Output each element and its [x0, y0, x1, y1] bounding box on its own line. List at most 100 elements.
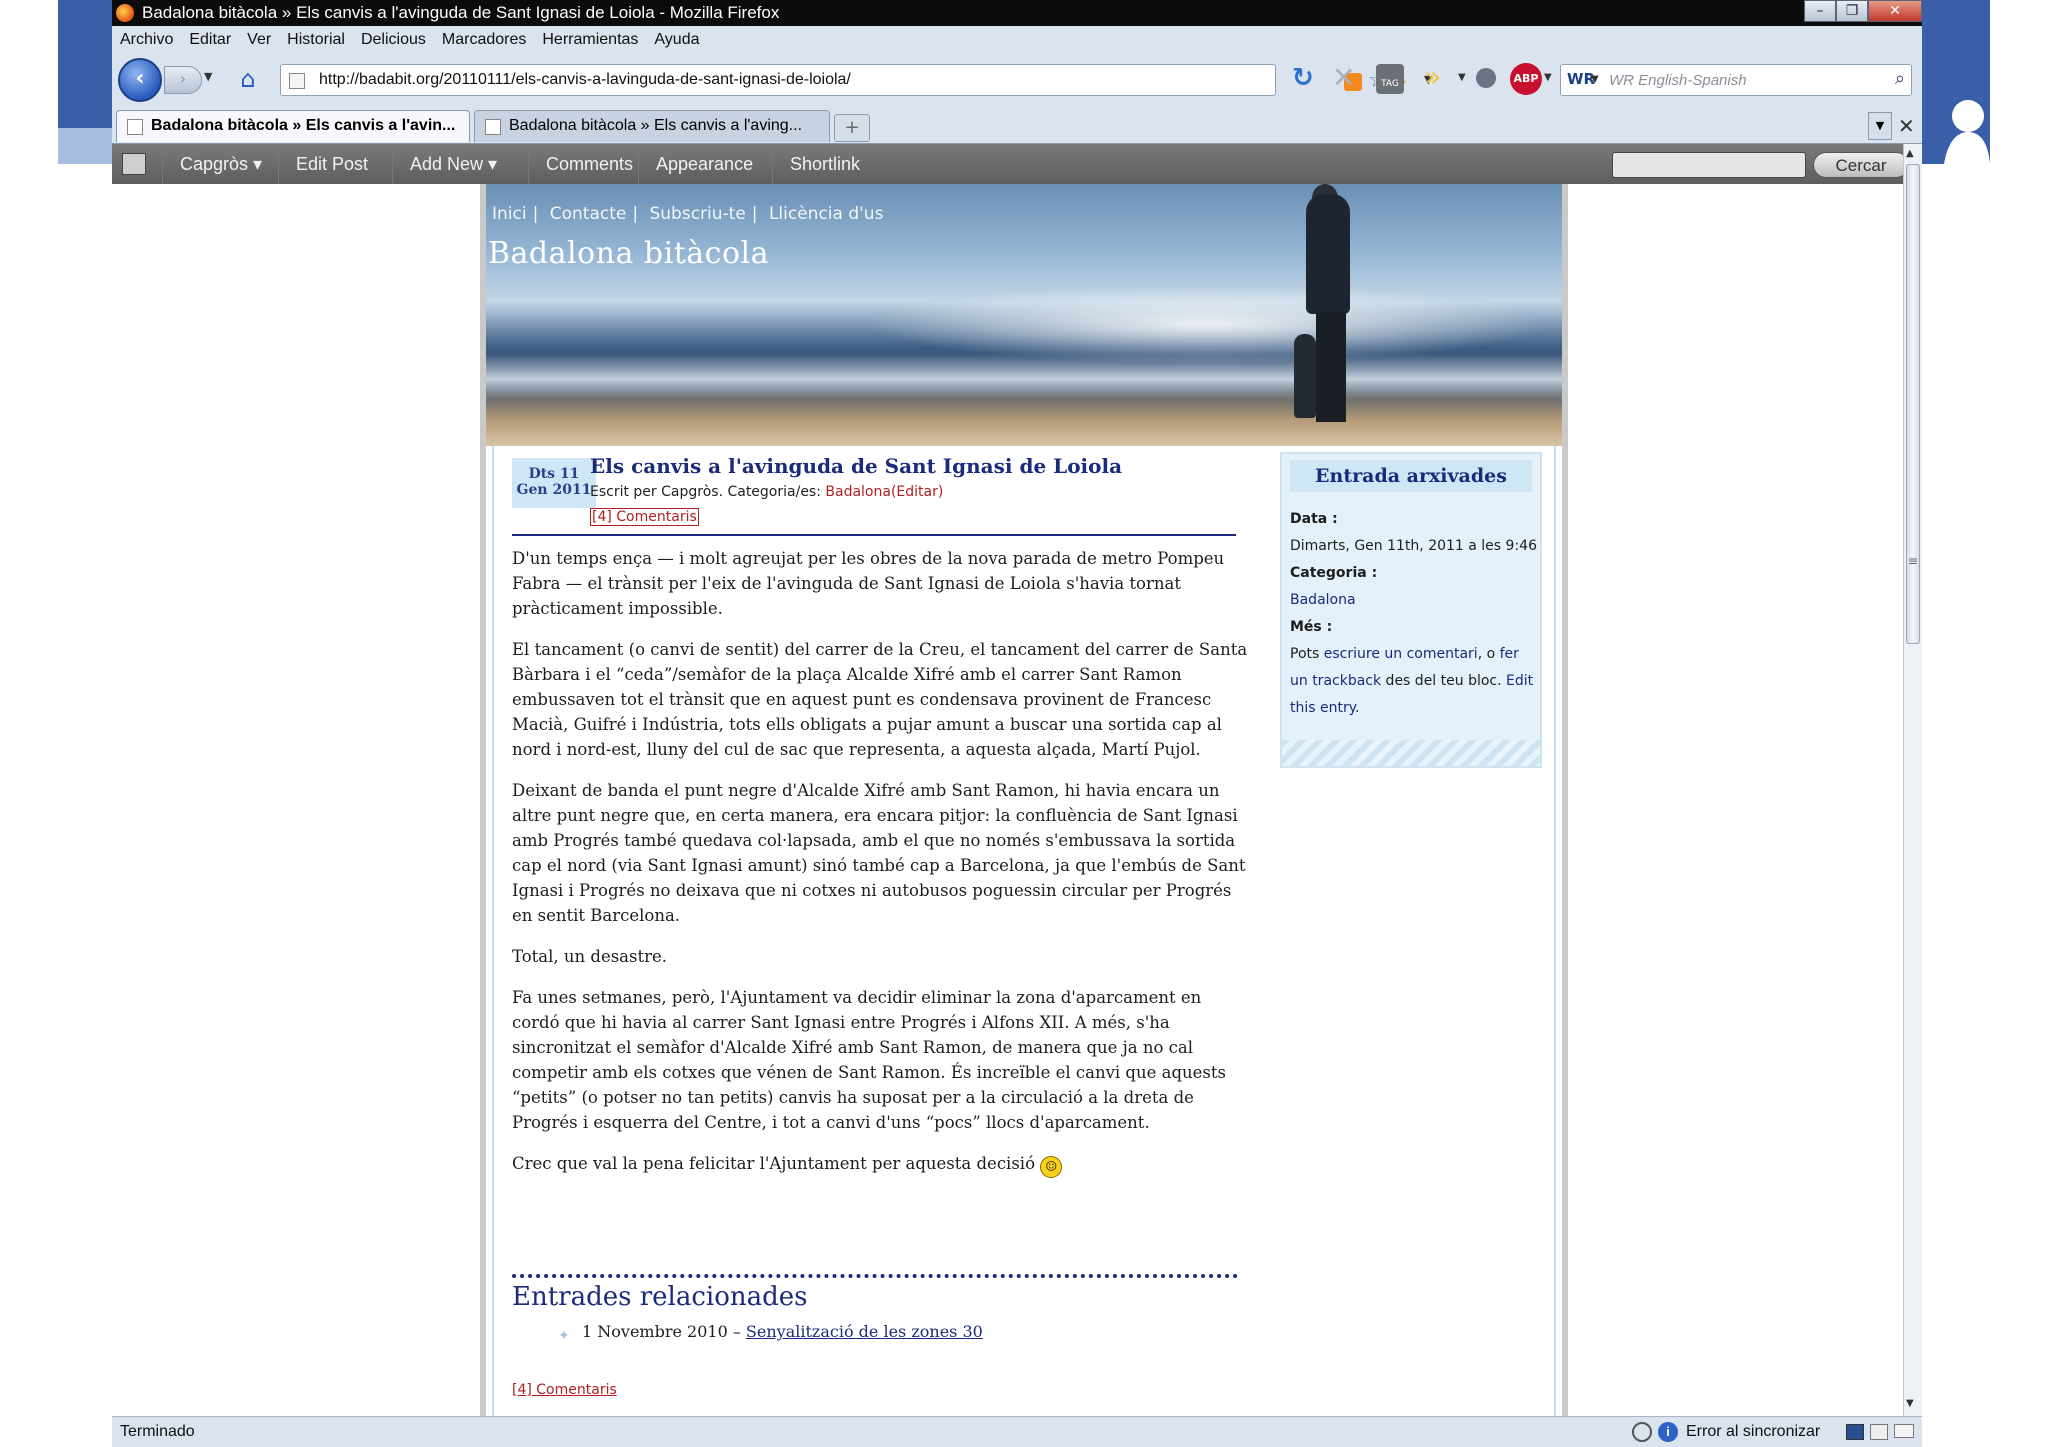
admin-comments[interactable]: Comments — [528, 144, 650, 184]
history-dropdown-icon[interactable]: ▼ — [204, 70, 212, 83]
tab-bar: Badalona bitàcola » Els canvis a l'avin.… — [112, 106, 1922, 144]
url-bar[interactable]: http://badabit.org/20110111/els-canvis-a… — [280, 64, 1432, 96]
sidebar-data-value: Dimarts, Gen 11th, 2011 a les 9:46 — [1290, 538, 1537, 554]
related-heading: Entrades relacionades — [512, 1282, 808, 1312]
menu-editar[interactable]: Editar — [189, 31, 231, 49]
adblock-plus-icon[interactable]: ABP — [1510, 63, 1542, 95]
vertical-scrollbar[interactable]: ▲ ≡ ▼ — [1903, 144, 1922, 1416]
post-category-link[interactable]: Badalona(Editar) — [825, 484, 943, 500]
header-image-child — [1294, 334, 1316, 418]
post-paragraph: Fa unes setmanes, però, l'Ajuntament va … — [512, 988, 1226, 1132]
menu-ayuda[interactable]: Ayuda — [654, 31, 699, 49]
menu-ver[interactable]: Ver — [247, 31, 271, 49]
page-icon — [289, 73, 305, 89]
sidebar-text: des del teu bloc. — [1381, 673, 1507, 689]
site-title[interactable]: Badalona bitàcola — [488, 236, 769, 271]
info-icon[interactable]: i — [1658, 1422, 1678, 1442]
post-divider — [512, 534, 1236, 536]
status-addon-icon[interactable] — [1846, 1424, 1864, 1440]
menu-marcadores[interactable]: Marcadores — [442, 31, 526, 49]
admin-user-menu[interactable]: Capgròs ▾ — [162, 144, 279, 184]
home-button[interactable]: ⌂ — [234, 66, 262, 92]
delicious-button[interactable]: » — [1424, 62, 1441, 92]
nav-inici[interactable]: Inici — [492, 204, 527, 224]
wp-admin-bar: Capgròs ▾ Edit Post Add New ▾ Comments A… — [112, 144, 1903, 184]
post-closing: Crec que val la pena felicitar l'Ajuntam… — [512, 1151, 1252, 1178]
comments-link[interactable]: [4] Comentaris — [590, 508, 699, 526]
sidebar-more-label: Més : — [1290, 619, 1333, 635]
post-paragraph: Deixant de banda el punt negre d'Alcalde… — [512, 781, 1246, 925]
reload-button[interactable]: ↻ — [1292, 64, 1314, 92]
related-divider — [512, 1274, 1238, 1278]
status-grid-icon[interactable] — [1870, 1424, 1888, 1440]
tab-1[interactable]: Badalona bitàcola » Els canvis a l'avin.… — [116, 110, 470, 142]
nav-subscriu-te[interactable]: Subscriu-te — [649, 204, 745, 224]
mail-icon[interactable] — [1894, 1424, 1914, 1438]
sidebar-data-label: Data : — [1290, 511, 1338, 527]
admin-search-button[interactable]: Cercar — [1813, 152, 1903, 178]
search-box[interactable]: WR ▼ WR English-Spanish ⌕ — [1560, 64, 1912, 96]
sidebar-category-link[interactable]: Badalona — [1290, 587, 1540, 614]
content-area: Dts 11 Gen 2011 Els canvis a l'avinguda … — [492, 446, 1556, 1416]
sidebar-text: , o — [1477, 646, 1500, 662]
scroll-down-arrow-icon[interactable]: ▼ — [1906, 1398, 1914, 1409]
menu-archivo[interactable]: Archivo — [120, 31, 173, 49]
menu-herramientas[interactable]: Herramientas — [542, 31, 638, 49]
stop-button[interactable]: ✕ — [1332, 64, 1355, 92]
related-link[interactable]: Senyalització de les zones 30 — [746, 1322, 983, 1341]
close-tab-icon[interactable]: ✕ — [1898, 114, 1915, 138]
tag-button[interactable]: TAG — [1376, 64, 1404, 94]
post-body: D'un temps ença — i molt agreujat per le… — [512, 546, 1252, 1194]
header-image-figure-legs — [1316, 312, 1346, 422]
maximize-button[interactable]: ❐ — [1836, 0, 1868, 22]
admin-add-new[interactable]: Add New ▾ — [392, 144, 514, 184]
admin-appearance[interactable]: Appearance — [638, 144, 770, 184]
status-text: Terminado — [120, 1423, 195, 1440]
sidebar-text: . — [1355, 700, 1360, 716]
sync-status-text[interactable]: Error al sincronizar — [1686, 1423, 1820, 1441]
sync-icon[interactable] — [1632, 1422, 1652, 1442]
status-bar: Terminado i Error al sincronizar — [112, 1416, 1922, 1447]
sidebar-footer-pattern — [1282, 740, 1540, 766]
post-title[interactable]: Els canvis a l'avinguda de Sant Ignasi d… — [590, 454, 1122, 478]
menu-delicious[interactable]: Delicious — [361, 31, 426, 49]
minimize-button[interactable]: – — [1804, 0, 1836, 22]
nav-separator: | — [751, 204, 758, 224]
nav-contacte[interactable]: Contacte — [550, 204, 627, 224]
adblock-dropdown-icon[interactable]: ▼ — [1544, 72, 1552, 83]
close-button[interactable]: ✕ — [1868, 0, 1922, 22]
extension-icon[interactable] — [1476, 68, 1496, 88]
menu-historial[interactable]: Historial — [287, 31, 345, 49]
new-tab-button[interactable]: + — [834, 114, 870, 142]
write-comment-link[interactable]: escriure un comentari — [1324, 646, 1478, 662]
search-placeholder[interactable]: WR English-Spanish — [1609, 72, 1747, 89]
firefox-logo-icon — [116, 4, 134, 22]
menu-bar: Archivo Editar Ver Historial Delicious M… — [112, 26, 1922, 54]
admin-search-input[interactable] — [1612, 152, 1806, 178]
back-button[interactable]: ‹ — [118, 58, 162, 102]
search-magnifier-icon[interactable]: ⌕ — [1895, 68, 1905, 89]
post-closing-text: Crec que val la pena felicitar l'Ajuntam… — [512, 1154, 1036, 1173]
search-engine-dropdown-icon[interactable]: ▼ — [1591, 74, 1599, 85]
admin-shortlink[interactable]: Shortlink — [772, 144, 877, 184]
admin-edit-post[interactable]: Edit Post — [278, 144, 385, 184]
tab-favicon-icon — [485, 119, 501, 135]
comments-link-bottom[interactable]: [4] Comentaris — [512, 1382, 617, 1398]
forward-button[interactable]: › — [164, 66, 202, 94]
tab-2[interactable]: Badalona bitàcola » Els canvis a l'aving… — [474, 110, 830, 142]
post-date-month: Gen 2011 — [516, 482, 592, 498]
tab-list-button[interactable]: ▼ — [1868, 112, 1892, 140]
smiley-icon: ☺ — [1040, 1156, 1063, 1178]
nav-llicencia[interactable]: Llicència d'us — [769, 204, 883, 224]
avatar[interactable] — [122, 153, 146, 175]
related-entry: 1 Novembre 2010 – Senyalització de les z… — [558, 1322, 983, 1341]
window-title: Badalona bitàcola » Els canvis a l'aving… — [142, 3, 780, 22]
post-meta-prefix: Escrit per Capgròs. Categoria/es: — [590, 484, 826, 500]
post-meta: Escrit per Capgròs. Categoria/es: Badalo… — [590, 484, 943, 500]
toolbar-dropdown-icon[interactable]: ▼ — [1458, 72, 1466, 83]
tab-label: Badalona bitàcola » Els canvis a l'aving… — [509, 117, 803, 134]
scroll-up-arrow-icon[interactable]: ▲ — [1906, 148, 1914, 159]
url-text[interactable]: http://badabit.org/20110111/els-canvis-a… — [319, 71, 851, 89]
page-viewport: Capgròs ▾ Edit Post Add New ▾ Comments A… — [112, 144, 1903, 1416]
scrollbar-thumb[interactable] — [1906, 164, 1920, 644]
